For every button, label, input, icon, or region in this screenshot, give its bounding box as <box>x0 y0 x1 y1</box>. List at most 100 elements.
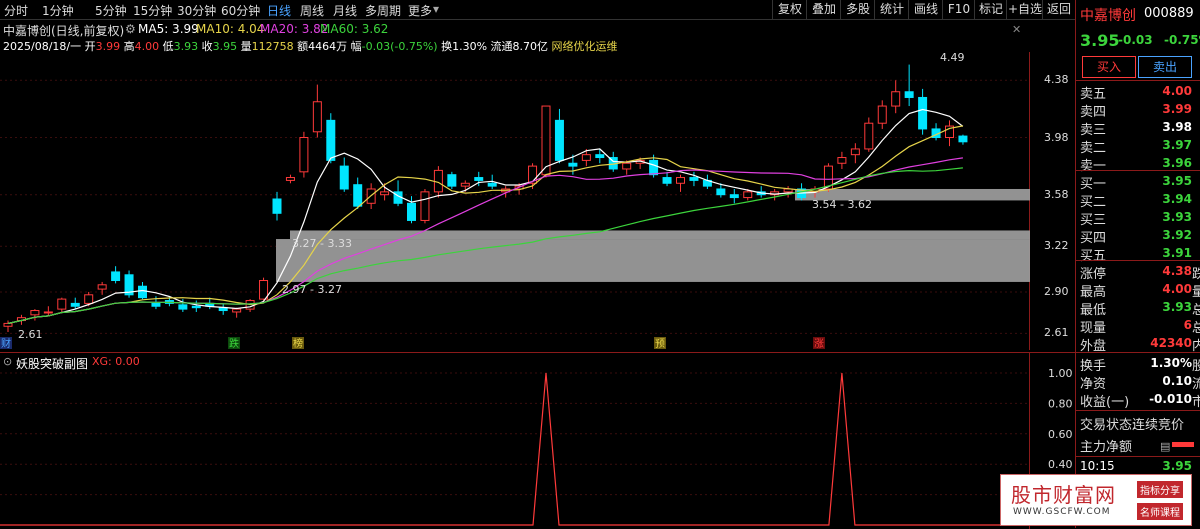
bid-label: 买五 <box>1080 249 1107 264</box>
info-bar: 中嘉博创(日线,前复权) ⚙ MA5: 3.99 MA10: 4.04 MA20… <box>0 20 1030 53</box>
candle-body <box>339 165 349 190</box>
multi-stock-button[interactable]: 多股 <box>840 0 875 19</box>
candle-body <box>151 302 161 307</box>
stock-code: 000889 <box>1144 6 1194 21</box>
timeframe-more[interactable]: 更多 <box>408 2 432 19</box>
timeframe-weekly[interactable]: 周线 <box>300 2 324 19</box>
watermark-logo: 股市财富网 WWW.GSCFW.COM 指标分享 名师课程 <box>1000 474 1192 526</box>
sub-chart-panel: ⊙ 妖股突破副图 XG: 0.00 0.200.400.600.801.00 <box>0 352 1075 529</box>
ask-label: 卖二 <box>1080 141 1107 156</box>
candle-body <box>460 182 470 187</box>
timeframe-60min[interactable]: 60分钟 <box>221 2 260 19</box>
candle-body <box>622 162 632 170</box>
candle-body <box>837 157 847 164</box>
main-flow-bar <box>1172 442 1194 447</box>
ma60-label: MA60: 3.62 <box>320 22 389 36</box>
sub-chart[interactable]: 0.200.400.600.801.00 <box>0 353 1075 529</box>
main-flow-label: 主力净额 <box>1080 440 1133 455</box>
candle-body <box>326 119 336 161</box>
turnover-label: 换手 <box>1080 359 1107 374</box>
chevron-down-icon[interactable]: ▾ <box>433 2 439 16</box>
stock-name: 中嘉博创 <box>1080 8 1136 24</box>
ask-value: 3.97 <box>1162 138 1192 152</box>
candle-body <box>407 202 416 221</box>
ask-label: 卖三 <box>1080 123 1107 138</box>
buy-button[interactable]: 买入 <box>1082 56 1136 78</box>
event-marker: 预 <box>655 338 665 350</box>
stat-value: 3.93 <box>1162 300 1192 314</box>
stat-label: 最低 <box>1080 303 1107 318</box>
candle-body <box>447 174 457 187</box>
timeframe-fenshi[interactable]: 分时 <box>4 2 28 19</box>
candlestick-chart[interactable]: 2.61 4.49 3.54 - 3.62 3.27 - 3.33 2.97 - 3.2… <box>0 52 1030 350</box>
stat-value: 42340 <box>1150 336 1192 350</box>
candle-body <box>420 191 430 221</box>
candle-body <box>70 302 80 307</box>
y-tick-label: 2.61 <box>1044 326 1069 340</box>
f10-button[interactable]: F10 <box>942 0 975 19</box>
candle-body <box>111 271 121 282</box>
turnover-value: -0.010 <box>1149 392 1192 406</box>
candle-body <box>729 194 739 199</box>
ma10-label: MA10: 4.04 <box>196 22 265 36</box>
candle-body <box>676 177 685 184</box>
draw-line-button[interactable]: 画线 <box>908 0 943 19</box>
candle-body <box>743 191 753 199</box>
chart-title: 中嘉博创(日线,前复权) <box>3 24 125 38</box>
timeframe-5min[interactable]: 5分钟 <box>95 2 127 19</box>
stat-value: 6 <box>1183 318 1192 332</box>
stat-value: 4.38 <box>1162 264 1192 278</box>
stat-suffix: 量 <box>1192 285 1200 300</box>
candle-body <box>84 294 94 304</box>
candle-body <box>877 105 887 124</box>
candle-body <box>312 101 322 133</box>
candle-body <box>554 119 564 161</box>
candle-body <box>3 322 13 327</box>
turnover-value: 1.30% <box>1150 356 1192 370</box>
turnover-suffix: 股 <box>1192 359 1200 374</box>
turnover-label: 收益(一) <box>1080 395 1130 410</box>
candle-body <box>487 182 497 187</box>
add-watchlist-button[interactable]: +自选 <box>1006 0 1043 19</box>
mark-button[interactable]: 标记 <box>974 0 1007 19</box>
timeframe-monthly[interactable]: 月线 <box>333 2 357 19</box>
candle-body <box>272 198 282 214</box>
quote-panel: 中嘉博创 000889 3.95 -0.03 -0.75% 买入 卖出 卖五 4.… <box>1075 0 1200 528</box>
last-price: 3.95 <box>1080 31 1120 50</box>
stat-suffix: 总 <box>1192 321 1200 336</box>
stat-label: 现量 <box>1080 321 1107 336</box>
stat-value: 4.00 <box>1162 282 1192 296</box>
candle-body <box>474 177 484 181</box>
candle-body <box>662 177 672 184</box>
candle-body <box>568 162 578 167</box>
candle-body <box>918 96 928 130</box>
event-marker: 跌 <box>229 337 239 350</box>
timeframe-15min[interactable]: 15分钟 <box>133 2 172 19</box>
y-tick-label: 4.38 <box>1044 73 1069 87</box>
candle-body <box>232 308 242 313</box>
list-icon[interactable]: ▤ <box>1160 440 1170 453</box>
overlay-button[interactable]: 叠加 <box>806 0 841 19</box>
timeframe-30min[interactable]: 30分钟 <box>177 2 216 19</box>
candle-body <box>191 305 201 309</box>
timeframe-multi[interactable]: 多周期 <box>365 2 401 19</box>
timeframe-1min[interactable]: 1分钟 <box>42 2 74 19</box>
ask-label: 卖四 <box>1080 105 1107 120</box>
fuquan-button[interactable]: 复权 <box>772 0 807 19</box>
timeframe-daily[interactable]: 日线 <box>267 2 291 19</box>
candle-body <box>716 188 726 196</box>
candle-body <box>541 105 551 176</box>
price-annotation: 3.27 - 3.33 <box>292 237 352 250</box>
stats-button[interactable]: 统计 <box>874 0 909 19</box>
watermark-tag2: 名师课程 <box>1137 503 1183 520</box>
sell-button[interactable]: 卖出 <box>1138 56 1192 78</box>
stat-suffix: 总 <box>1192 303 1200 318</box>
y-tick-label: 3.58 <box>1044 187 1069 201</box>
close-icon[interactable]: ✕ <box>1012 23 1021 36</box>
settings-gear-icon[interactable]: ⚙ <box>125 22 136 36</box>
candle-body <box>958 135 968 143</box>
turnover-suffix: 市 <box>1192 395 1200 410</box>
stat-label: 最高 <box>1080 285 1107 300</box>
support-zone <box>290 230 1030 240</box>
back-button[interactable]: 返回 <box>1042 0 1075 19</box>
